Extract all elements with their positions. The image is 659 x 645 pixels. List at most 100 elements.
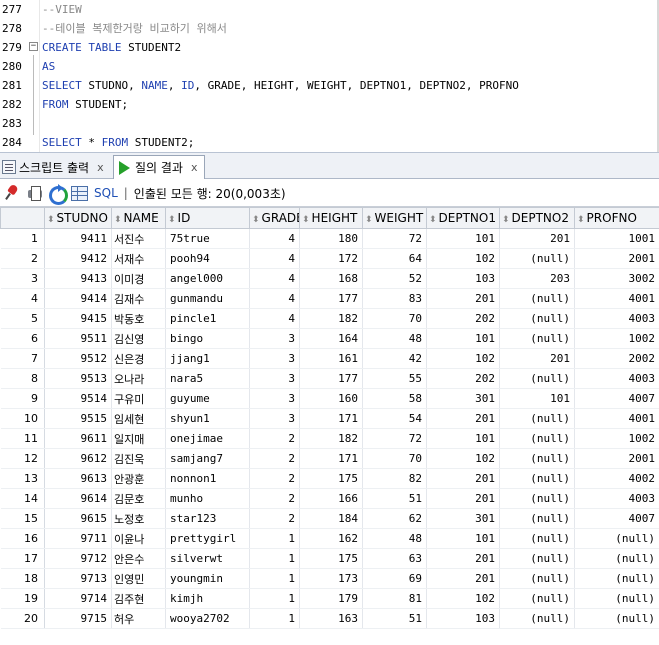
height-cell[interactable]: 182 (299, 428, 363, 449)
table-row[interactable]: 18 9713 인영민 youngmin 1 173 69 201 (null) (null) (0, 568, 659, 589)
weight-cell[interactable]: 82 (362, 468, 427, 489)
deptno1-cell[interactable]: 102 (426, 588, 500, 609)
studno-cell[interactable]: 9513 (44, 368, 112, 389)
grade-cell[interactable]: 3 (249, 368, 300, 389)
id-cell[interactable]: prettygirl (165, 528, 250, 549)
grade-cell[interactable]: 3 (249, 348, 300, 369)
studno-cell[interactable]: 9615 (44, 508, 112, 529)
studno-cell[interactable]: 9413 (44, 268, 112, 289)
print-icon[interactable] (26, 184, 44, 202)
profno-cell[interactable]: 4003 (574, 308, 659, 329)
height-cell[interactable]: 160 (299, 388, 363, 409)
deptno1-cell[interactable]: 201 (426, 488, 500, 509)
deptno2-cell[interactable]: (null) (499, 468, 575, 489)
id-cell[interactable]: angel000 (165, 268, 250, 289)
studno-cell[interactable]: 9511 (44, 328, 112, 349)
weight-cell[interactable]: 64 (362, 248, 427, 269)
row-number[interactable]: 11 (0, 428, 45, 449)
table-row[interactable]: 5 9415 박동호 pincle1 4 182 70 202 (null) 4003 (0, 308, 659, 329)
deptno1-cell[interactable]: 102 (426, 448, 500, 469)
studno-cell[interactable]: 9514 (44, 388, 112, 409)
deptno2-cell[interactable]: 203 (499, 268, 575, 289)
row-number[interactable]: 6 (0, 328, 45, 349)
table-row[interactable]: 7 9512 신은경 jjang1 3 161 42 102 201 2002 (0, 348, 659, 369)
sql-button[interactable]: SQL (94, 186, 118, 200)
grade-cell[interactable]: 4 (249, 248, 300, 269)
table-row[interactable]: 13 9613 안광훈 nonnon1 2 175 82 201 (null) 4002 (0, 468, 659, 489)
deptno2-cell[interactable]: 201 (499, 228, 575, 249)
height-cell[interactable]: 171 (299, 408, 363, 429)
profno-cell[interactable]: (null) (574, 548, 659, 569)
height-cell[interactable]: 175 (299, 468, 363, 489)
fold-toggle-icon[interactable]: − (29, 42, 38, 51)
grade-cell[interactable]: 2 (249, 468, 300, 489)
deptno1-cell[interactable]: 101 (426, 428, 500, 449)
grade-cell[interactable]: 2 (249, 488, 300, 509)
grade-cell[interactable]: 1 (249, 608, 300, 629)
id-cell[interactable]: shyun1 (165, 408, 250, 429)
deptno1-cell[interactable]: 101 (426, 328, 500, 349)
height-cell[interactable]: 161 (299, 348, 363, 369)
table-row[interactable]: 2 9412 서재수 pooh94 4 172 64 102 (null) 2001 (0, 248, 659, 269)
studno-cell[interactable]: 9414 (44, 288, 112, 309)
grade-cell[interactable]: 4 (249, 268, 300, 289)
profno-cell[interactable]: 4003 (574, 488, 659, 509)
height-cell[interactable]: 177 (299, 288, 363, 309)
studno-cell[interactable]: 9613 (44, 468, 112, 489)
profno-cell[interactable]: 2002 (574, 348, 659, 369)
id-cell[interactable]: munho (165, 488, 250, 509)
deptno1-cell[interactable]: 101 (426, 228, 500, 249)
weight-cell[interactable]: 54 (362, 408, 427, 429)
grade-cell[interactable]: 2 (249, 508, 300, 529)
profno-cell[interactable]: 4007 (574, 508, 659, 529)
code-line[interactable]: 282 FROM STUDENT; (0, 95, 659, 114)
weight-cell[interactable]: 83 (362, 288, 427, 309)
refresh-icon[interactable] (48, 184, 68, 205)
name-cell[interactable]: 오나라 (111, 368, 166, 389)
weight-cell[interactable]: 58 (362, 388, 427, 409)
name-cell[interactable]: 인영민 (111, 568, 166, 589)
name-cell[interactable]: 김신영 (111, 328, 166, 349)
profno-cell[interactable]: (null) (574, 608, 659, 629)
name-cell[interactable]: 김문호 (111, 488, 166, 509)
column-header[interactable]: ⬍ WEIGHT (362, 207, 427, 229)
studno-cell[interactable]: 9612 (44, 448, 112, 469)
deptno1-cell[interactable]: 301 (426, 388, 500, 409)
weight-cell[interactable]: 55 (362, 368, 427, 389)
row-number[interactable]: 10 (0, 408, 45, 429)
studno-cell[interactable]: 9715 (44, 608, 112, 629)
height-cell[interactable]: 168 (299, 268, 363, 289)
weight-cell[interactable]: 70 (362, 308, 427, 329)
height-cell[interactable]: 173 (299, 568, 363, 589)
studno-cell[interactable]: 9711 (44, 528, 112, 549)
studno-cell[interactable]: 9614 (44, 488, 112, 509)
grade-cell[interactable]: 1 (249, 528, 300, 549)
table-row[interactable]: 3 9413 이미경 angel000 4 168 52 103 203 3002 (0, 268, 659, 289)
row-number[interactable]: 20 (0, 608, 45, 629)
column-header[interactable]: ⬍ PROFNO (574, 207, 659, 229)
row-number[interactable]: 16 (0, 528, 45, 549)
profno-cell[interactable]: (null) (574, 528, 659, 549)
name-cell[interactable]: 박동호 (111, 308, 166, 329)
deptno1-cell[interactable]: 103 (426, 268, 500, 289)
name-cell[interactable]: 안광훈 (111, 468, 166, 489)
grade-cell[interactable]: 3 (249, 388, 300, 409)
name-cell[interactable]: 노정호 (111, 508, 166, 529)
code-line[interactable]: 284 SELECT * FROM STUDENT2; (0, 133, 659, 152)
profno-cell[interactable]: 4002 (574, 468, 659, 489)
table-row[interactable]: 17 9712 안은수 silverwt 1 175 63 201 (null) (null) (0, 548, 659, 569)
profno-cell[interactable]: 1001 (574, 228, 659, 249)
weight-cell[interactable]: 48 (362, 328, 427, 349)
deptno2-cell[interactable]: (null) (499, 328, 575, 349)
column-header[interactable]: ⬍ STUDNO (44, 207, 112, 229)
pin-icon[interactable] (4, 184, 22, 202)
name-cell[interactable]: 구유미 (111, 388, 166, 409)
studno-cell[interactable]: 9412 (44, 248, 112, 269)
studno-cell[interactable]: 9714 (44, 588, 112, 609)
profno-cell[interactable]: 4001 (574, 408, 659, 429)
column-header[interactable]: ⬍ ID (165, 207, 250, 229)
studno-cell[interactable]: 9611 (44, 428, 112, 449)
id-cell[interactable]: jjang1 (165, 348, 250, 369)
grade-cell[interactable]: 1 (249, 588, 300, 609)
deptno2-cell[interactable]: (null) (499, 528, 575, 549)
